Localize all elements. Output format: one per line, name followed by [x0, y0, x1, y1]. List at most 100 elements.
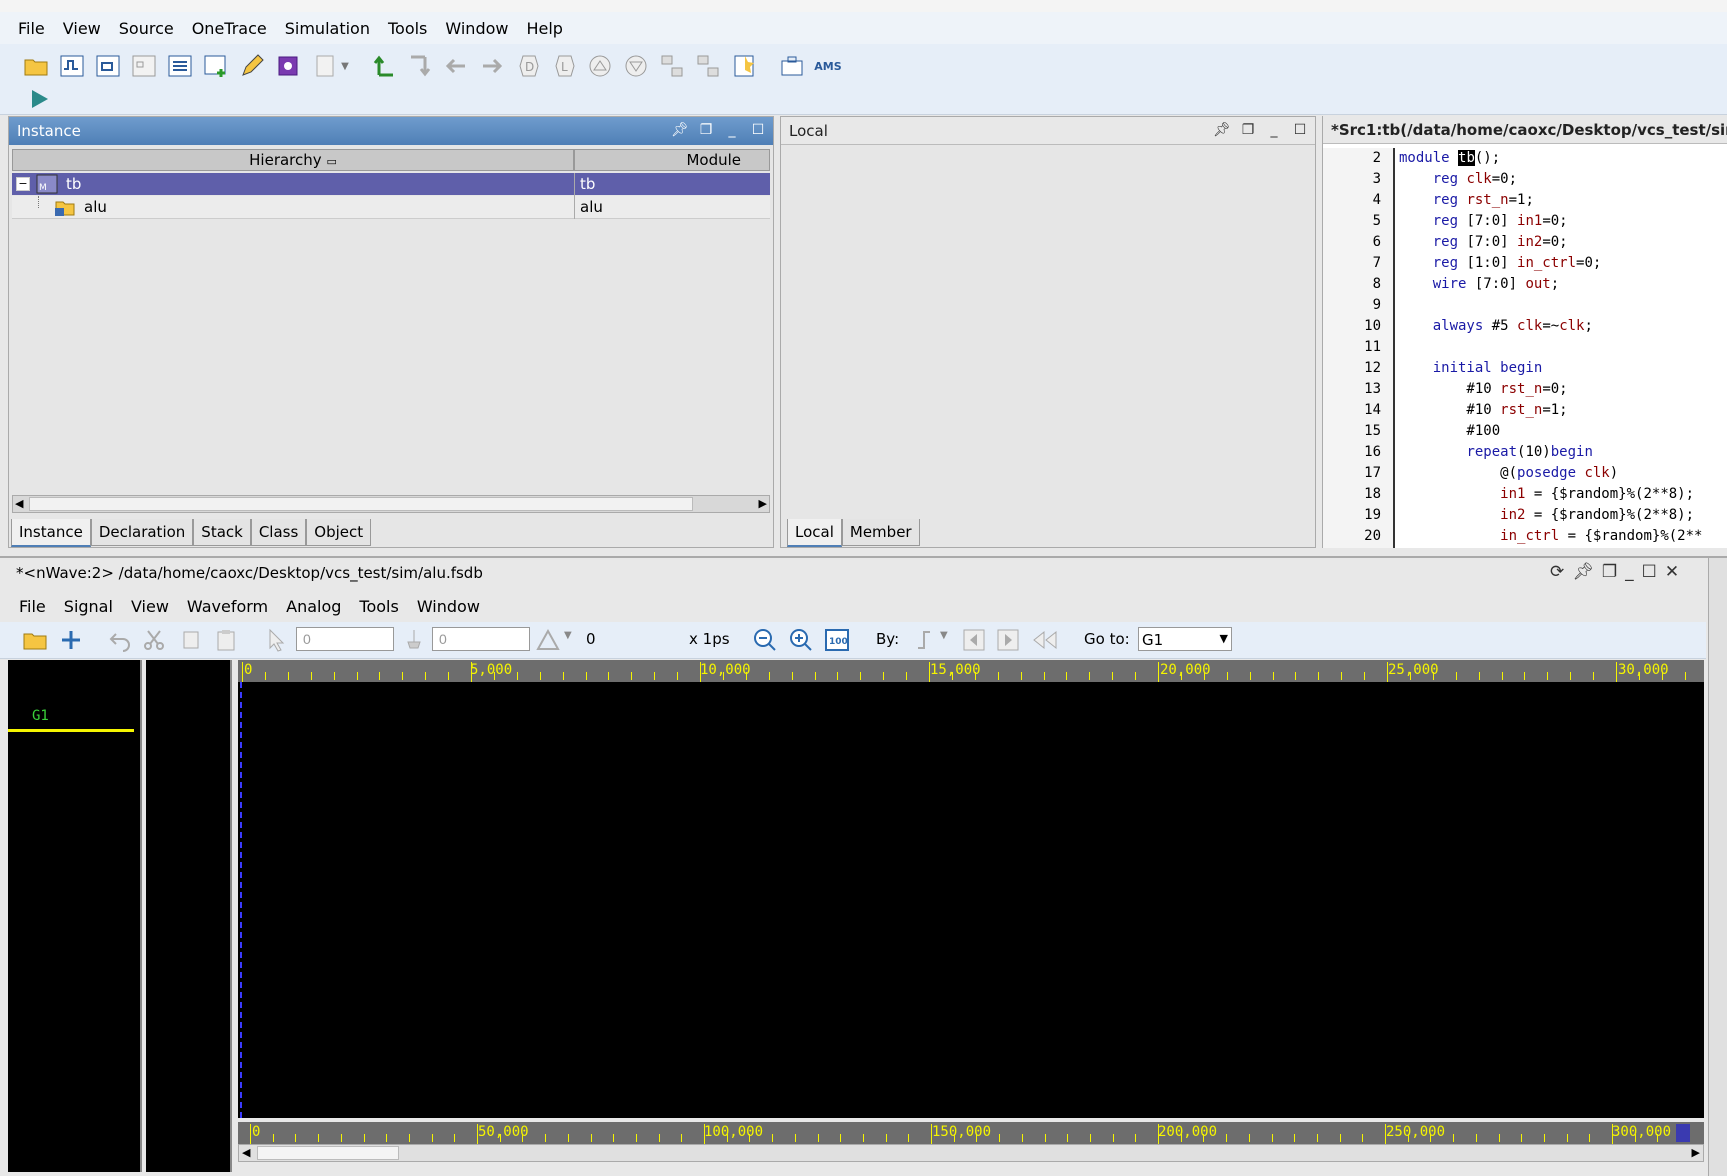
delta-icon[interactable] [536, 628, 560, 656]
waveform-hscrollbar[interactable]: ◀ ▶ [238, 1144, 1704, 1162]
state-window-icon[interactable] [130, 52, 158, 80]
code-line[interactable]: reg rst_n=1; [1399, 190, 1534, 211]
add-list-icon[interactable] [202, 52, 230, 80]
code-line[interactable]: reg clk=0; [1399, 169, 1517, 190]
marker-time-input[interactable] [432, 627, 530, 651]
source-code-area[interactable]: 2 3 4 5 6 7 8 9 10 11 12 13 14 15 16 17 … [1323, 148, 1727, 548]
nwave-menu-view[interactable]: View [131, 597, 169, 616]
scroll-left-icon[interactable]: ◀ [242, 1146, 250, 1159]
tab-object[interactable]: Object [306, 519, 372, 546]
tab-stack[interactable]: Stack [193, 519, 251, 546]
schematic-window-icon[interactable] [94, 52, 122, 80]
code-line[interactable]: initial begin [1399, 358, 1543, 379]
nwave-menu-analog[interactable]: Analog [286, 597, 341, 616]
code-line[interactable]: @(posedge clk) [1399, 463, 1618, 484]
bottom-time-ruler[interactable]: 0 50,000 100,000 150,000 200,000 250,000… [238, 1122, 1704, 1144]
close-icon[interactable]: ✕ [1665, 562, 1679, 582]
code-line[interactable]: repeat(10)begin [1399, 442, 1592, 463]
edit-pencil-icon[interactable] [238, 52, 266, 80]
code-line[interactable]: wire [7:0] out; [1399, 274, 1559, 295]
open-folder-icon[interactable] [22, 627, 48, 657]
edge-search-icon[interactable] [912, 628, 936, 656]
hierarchy-collapse-icon[interactable] [694, 52, 722, 80]
cursor-time-input[interactable] [296, 627, 394, 651]
filter-icon[interactable]: ▭ [326, 155, 336, 168]
trace-down-icon[interactable] [406, 52, 434, 80]
zoom-in-icon[interactable] [788, 627, 814, 657]
menu-tools[interactable]: Tools [388, 19, 427, 38]
table-row[interactable]: − M tb tb [12, 173, 770, 195]
pin-icon[interactable]: 📌︎ [1213, 121, 1231, 139]
zoom-out-icon[interactable] [752, 627, 778, 657]
new-source-icon[interactable] [312, 52, 340, 80]
scroll-right-icon[interactable]: ▶ [1692, 1146, 1700, 1159]
move-up-icon[interactable] [586, 52, 614, 80]
menu-view[interactable]: View [63, 19, 101, 38]
column-hierarchy-header[interactable]: Hierarchy ▭ [12, 149, 574, 171]
signal-value-pane[interactable] [146, 660, 232, 1172]
marker-icon[interactable] [402, 628, 426, 656]
chevron-down-icon[interactable]: ▼ [1220, 632, 1228, 645]
edge-dropdown-icon[interactable]: ▼ [940, 630, 948, 641]
nwave-menu-waveform[interactable]: Waveform [187, 597, 268, 616]
menu-file[interactable]: File [18, 19, 45, 38]
view-range-marker[interactable] [1676, 1124, 1690, 1142]
zoom-fit-icon[interactable]: 100 [824, 627, 850, 657]
code-line[interactable]: in1 = {$random}%(2**8); [1399, 484, 1694, 505]
code-line[interactable]: #10 rst_n=0; [1399, 379, 1567, 400]
minimize-icon[interactable]: _ [1265, 121, 1283, 139]
delta-dropdown-icon[interactable]: ▼ [564, 630, 572, 641]
undock-icon[interactable]: ❐ [1602, 562, 1617, 582]
tab-declaration[interactable]: Declaration [90, 519, 194, 546]
scroll-left-icon[interactable]: ◀ [15, 497, 23, 510]
copy-icon[interactable] [180, 628, 204, 656]
move-down-icon[interactable] [622, 52, 650, 80]
cursor-line[interactable] [240, 682, 242, 1118]
tab-instance[interactable]: Instance [11, 519, 91, 547]
code-line[interactable]: always #5 clk=~clk; [1399, 316, 1593, 337]
code-line[interactable]: reg [7:0] in1=0; [1399, 211, 1568, 232]
minimize-icon[interactable]: _ [1625, 562, 1634, 582]
nwave-menu-signal[interactable]: Signal [64, 597, 113, 616]
nwave-menu-file[interactable]: File [19, 597, 46, 616]
goto-select[interactable]: G1 ▼ [1138, 627, 1232, 651]
code-line[interactable]: in2 = {$random}%(2**8); [1399, 505, 1694, 526]
list-window-icon[interactable] [166, 52, 194, 80]
search-forward-icon[interactable] [996, 628, 1020, 656]
menu-simulation[interactable]: Simulation [285, 19, 370, 38]
maximize-icon[interactable]: ☐ [749, 121, 767, 139]
tab-class[interactable]: Class [250, 519, 307, 546]
search-backward-icon[interactable] [962, 628, 986, 656]
nwave-menu-tools[interactable]: Tools [359, 597, 398, 616]
tab-local[interactable]: Local [787, 519, 842, 547]
code-line[interactable]: module tb(); [1399, 148, 1500, 169]
pin-icon[interactable]: 📌︎ [671, 121, 689, 139]
run-simulation-icon[interactable] [28, 88, 50, 114]
scrollbar-thumb[interactable] [257, 1146, 399, 1160]
load-l-icon[interactable]: L [550, 52, 578, 80]
scrollbar-thumb[interactable] [29, 497, 693, 511]
back-arrow-icon[interactable] [442, 52, 470, 80]
signal-group-label[interactable]: G1 [32, 708, 49, 724]
code-line[interactable]: #10 rst_n=1; [1399, 400, 1567, 421]
top-time-ruler[interactable]: 0 5,000 10,000 15,000 20,000 25,000 30,0… [238, 660, 1704, 682]
forward-arrow-icon[interactable] [478, 52, 506, 80]
get-signals-icon[interactable] [58, 627, 84, 657]
code-line[interactable]: reg [1:0] in_ctrl=0; [1399, 253, 1602, 274]
ams-icon[interactable]: AMS [814, 52, 842, 80]
minimize-icon[interactable]: _ [723, 121, 741, 139]
undock-icon[interactable]: ❐ [1239, 121, 1257, 139]
pointer-icon[interactable] [266, 628, 286, 656]
trace-up-icon[interactable] [370, 52, 398, 80]
rewind-icon[interactable] [1032, 628, 1058, 656]
waveform-canvas[interactable] [238, 682, 1704, 1118]
paste-icon[interactable] [214, 628, 238, 656]
refresh-icon[interactable]: ⟳ [1550, 562, 1564, 582]
open-folder-icon[interactable] [22, 52, 50, 80]
hierarchy-expand-icon[interactable] [658, 52, 686, 80]
menu-help[interactable]: Help [526, 19, 562, 38]
menu-window[interactable]: Window [445, 19, 508, 38]
table-row[interactable]: alu alu [12, 196, 770, 219]
column-module-header[interactable]: Module [574, 149, 770, 171]
code-line[interactable]: reg [7:0] in2=0; [1399, 232, 1568, 253]
